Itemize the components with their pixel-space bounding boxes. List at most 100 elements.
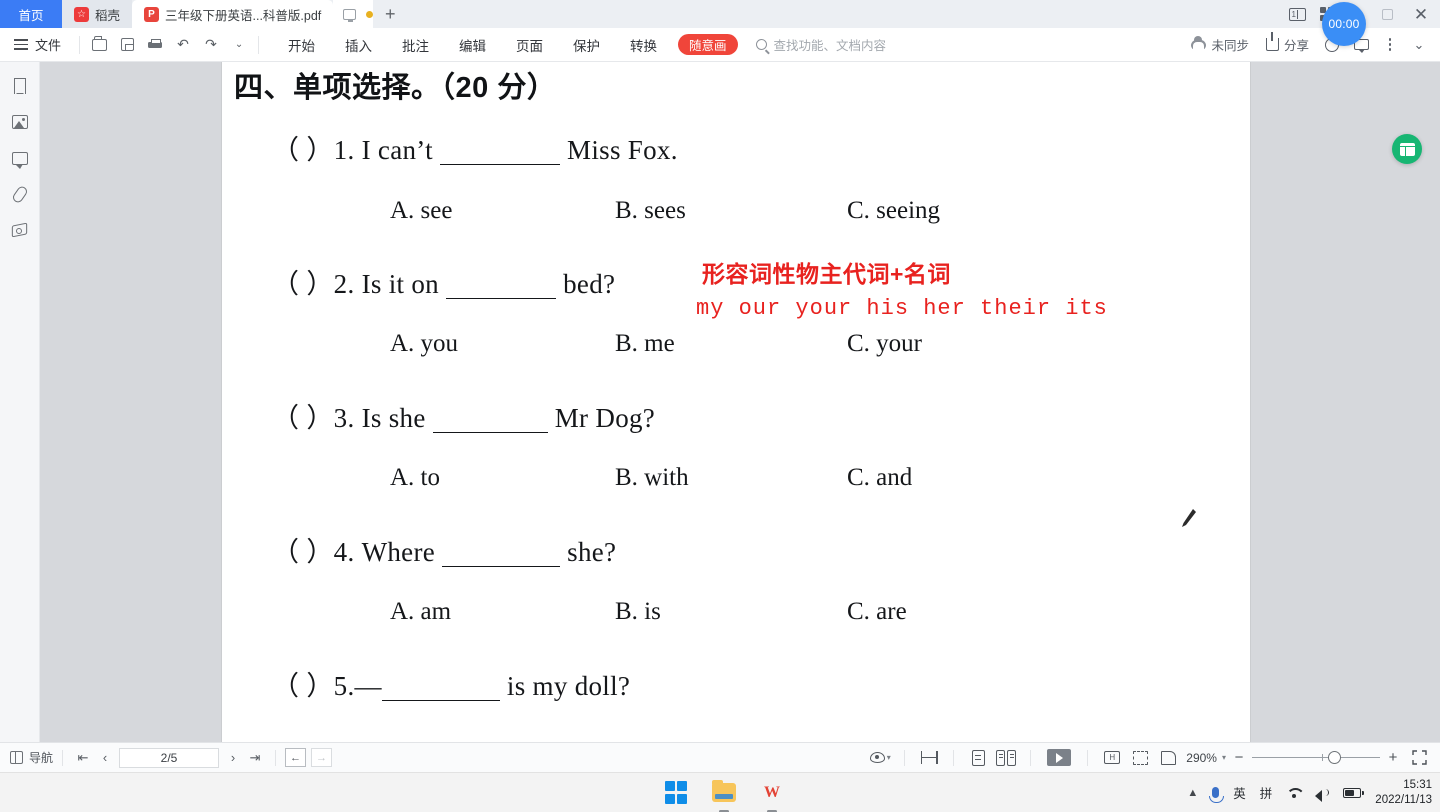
two-page-icon[interactable] xyxy=(993,746,1019,770)
ribbon-tab-protect[interactable]: 保护 xyxy=(558,32,615,58)
ribbon-tab-insert[interactable]: 插入 xyxy=(330,32,387,58)
eye-icon[interactable]: ▾ xyxy=(867,746,893,770)
open-folder-icon[interactable] xyxy=(86,32,112,58)
timer-widget[interactable]: 00:00 xyxy=(1322,2,1366,46)
ribbon-tab-comment[interactable]: 批注 xyxy=(387,32,444,58)
ribbon-tab-convert[interactable]: 转换 xyxy=(615,32,672,58)
zoom-slider-knob[interactable] xyxy=(1328,751,1341,764)
tab-home[interactable]: 首页 xyxy=(0,0,62,28)
search-icon xyxy=(755,39,767,50)
stamp-icon xyxy=(12,223,28,237)
status-bar-right: ▾ H 290% ▾ − + xyxy=(867,746,1440,770)
page-number-input[interactable]: 2/5 xyxy=(119,747,220,768)
sidebar-item-comment[interactable] xyxy=(6,146,34,170)
pdf-page-content: 四、单项选择。（20 分） （ ）1. I can’t Miss Fox. A.… xyxy=(222,62,1250,742)
last-page-button[interactable]: ⇥ xyxy=(244,747,266,769)
monitor-icon[interactable] xyxy=(343,8,357,22)
question-text-before: — xyxy=(354,671,382,701)
save-icon[interactable] xyxy=(114,32,140,58)
file-menu-button[interactable]: 文件 xyxy=(0,35,73,54)
ribbon-tab-start[interactable]: 开始 xyxy=(273,32,330,58)
quick-access-toolbar: ↶ ↷ ⌄ xyxy=(86,32,252,58)
maximize-button[interactable] xyxy=(1372,0,1402,28)
tab-pdf-document[interactable]: P 三年级下册英语...科普版.pdf xyxy=(132,0,334,28)
share-button[interactable]: 分享 xyxy=(1259,32,1316,58)
ribbon-tabs: 开始 插入 批注 编辑 页面 保护 转换 随意画 xyxy=(273,32,738,58)
first-page-button[interactable]: ⇤ xyxy=(72,747,94,769)
question-row: （ ）1. I can’t Miss Fox. xyxy=(272,128,678,167)
search-box[interactable]: 查找功能、文档内容 xyxy=(755,35,886,54)
ime-language-label[interactable]: 英 xyxy=(1233,783,1246,802)
sidebar-item-signature[interactable] xyxy=(6,218,34,242)
question-text-after: bed? xyxy=(563,269,616,299)
question-paren: （ ） xyxy=(272,403,334,433)
answer-blank xyxy=(439,133,560,165)
sidebar-item-bookmark[interactable] xyxy=(6,74,34,98)
annotation-chinese: 形容词性物主代词+名词 xyxy=(702,261,951,287)
ribbon-tab-edit[interactable]: 编辑 xyxy=(444,32,501,58)
ribbon-toolbar: 文件 ↶ ↷ ⌄ 开始 插入 批注 编辑 页面 保护 转换 随意画 查找功能、文… xyxy=(0,28,1440,62)
question-row: （ ）5.— is my doll? xyxy=(272,664,630,703)
chevron-up-icon[interactable]: ▲ xyxy=(1187,787,1198,799)
chevron-down-icon[interactable]: ⌄ xyxy=(1406,32,1432,58)
microphone-icon[interactable] xyxy=(1209,787,1225,803)
freehand-draw-button[interactable]: 随意画 xyxy=(678,34,738,55)
zoom-out-button[interactable]: − xyxy=(1228,747,1250,769)
close-button[interactable]: ✕ xyxy=(1402,0,1440,28)
print-icon[interactable] xyxy=(142,32,168,58)
cloud-icon xyxy=(1191,35,1207,50)
sync-status-button[interactable]: 未同步 xyxy=(1184,32,1256,58)
undo-icon[interactable]: ↶ xyxy=(170,32,196,58)
back-view-button[interactable]: ← xyxy=(285,748,307,767)
single-page-icon[interactable] xyxy=(965,746,991,770)
question-row: （ ）4. Where she? xyxy=(272,530,616,569)
question-text-before: Where xyxy=(361,537,436,567)
battery-icon[interactable] xyxy=(1343,787,1364,798)
crop-icon[interactable] xyxy=(1127,746,1153,770)
fit-width-icon[interactable]: H xyxy=(1099,746,1125,770)
file-menu-label: 文件 xyxy=(35,38,62,53)
pen-cursor-icon xyxy=(1182,509,1196,527)
sidebar-item-attachment[interactable] xyxy=(6,182,34,206)
quick-more-icon[interactable]: ⌄ xyxy=(226,32,252,58)
new-tab-button[interactable]: + xyxy=(373,0,408,28)
presentation-icon[interactable] xyxy=(1042,746,1076,770)
sidebar-item-thumbnail[interactable] xyxy=(6,110,34,134)
answer-blank xyxy=(442,535,561,567)
tab-docer-label: 稻壳 xyxy=(95,8,121,23)
zoom-level-label[interactable]: 290% xyxy=(1183,751,1218,765)
fullscreen-icon[interactable] xyxy=(1406,746,1432,770)
navigation-toggle[interactable]: 导航 xyxy=(0,749,53,766)
split-view-icon[interactable] xyxy=(916,746,942,770)
volume-icon[interactable] xyxy=(1315,787,1330,802)
question-text-before: I can’t xyxy=(361,135,433,165)
page-mode-icon[interactable]: 1 xyxy=(1282,0,1312,28)
option-c: C. are xyxy=(847,598,907,625)
next-page-button[interactable]: › xyxy=(222,747,244,769)
zoom-dropdown-icon[interactable]: ▾ xyxy=(1222,753,1226,762)
file-explorer-button[interactable] xyxy=(711,780,737,812)
tab-docer[interactable]: ☆ 稻壳 xyxy=(62,0,133,28)
ime-mode-label[interactable]: 拼 xyxy=(1260,783,1273,802)
option-c: C. and xyxy=(847,464,913,491)
forward-view-button[interactable]: → xyxy=(311,748,333,767)
question-number: 2. xyxy=(333,269,355,299)
question-text-before: Is it on xyxy=(361,269,439,299)
page-bottom-clip xyxy=(222,732,1250,742)
wifi-icon[interactable] xyxy=(1286,787,1301,798)
kebab-icon[interactable] xyxy=(1377,32,1403,58)
zoom-in-button[interactable]: + xyxy=(1382,747,1404,769)
paperclip-icon xyxy=(10,184,29,204)
zoom-slider[interactable] xyxy=(1252,747,1380,769)
extract-table-button[interactable] xyxy=(1392,134,1422,164)
ribbon-tab-page[interactable]: 页面 xyxy=(501,32,558,58)
answer-blank xyxy=(432,401,548,433)
start-button[interactable] xyxy=(663,780,689,806)
fit-page-icon[interactable] xyxy=(1155,746,1181,770)
zoom-slider-notch xyxy=(1322,754,1324,761)
wps-office-button[interactable]: W xyxy=(759,780,785,812)
clock[interactable]: 15:31 2022/11/13 xyxy=(1375,778,1432,807)
prev-page-button[interactable]: ‹ xyxy=(94,747,116,769)
redo-icon[interactable]: ↷ xyxy=(198,32,224,58)
document-viewport[interactable]: 四、单项选择。（20 分） （ ）1. I can’t Miss Fox. A.… xyxy=(40,62,1440,742)
